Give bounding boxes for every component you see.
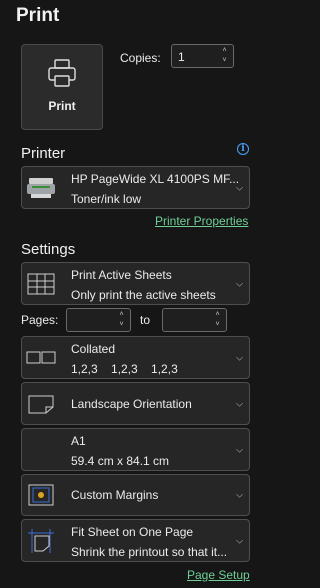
print-button[interactable]: Print [21, 44, 103, 130]
collation-subtitle: 1,2,3 1,2,3 1,2,3 [71, 362, 178, 376]
pages-to-label: to [140, 313, 151, 327]
down-arrow-icon[interactable]: ˅ [222, 56, 226, 66]
chevron-down-icon: ⌵ [236, 444, 243, 454]
printer-icon [48, 59, 76, 87]
chevron-down-icon: ⌵ [236, 398, 243, 408]
print-what-dropdown[interactable]: Print Active Sheets Only print the activ… [21, 262, 250, 305]
paper-size-subtitle: 59.4 cm x 84.1 cm [71, 454, 170, 468]
down-arrow-icon[interactable]: ˅ [215, 320, 219, 330]
copies-value: 1 [178, 50, 185, 64]
page-setup-link[interactable]: Page Setup [187, 568, 250, 582]
paper-size-title: A1 [71, 434, 86, 448]
landscape-page-icon [25, 388, 57, 420]
copies-label: Copies: [120, 51, 161, 65]
chevron-down-icon: ⌵ [236, 278, 243, 288]
print-what-subtitle: Only print the active sheets [71, 288, 216, 302]
printer-section-title: Printer [21, 145, 66, 162]
pages-from-input[interactable]: ˄ ˅ [66, 308, 131, 332]
pages-to-input[interactable]: ˄ ˅ [162, 308, 227, 332]
orientation-title: Landscape Orientation [71, 397, 192, 411]
collation-title: Collated [71, 342, 116, 356]
collation-dropdown[interactable]: Collated 1,2,3 1,2,3 1,2,3 ⌵ [21, 336, 250, 379]
chevron-down-icon: ⌵ [236, 535, 243, 545]
margins-dropdown[interactable]: Custom Margins ⌵ [21, 474, 250, 516]
up-arrow-icon[interactable]: ˄ [215, 310, 219, 320]
printer-dropdown[interactable]: HP PageWide XL 4100PS MF... Toner/ink lo… [21, 166, 250, 209]
scaling-dropdown[interactable]: Fit Sheet on One Page Shrink the printou… [21, 519, 250, 562]
chevron-down-icon: ⌵ [236, 489, 243, 500]
custom-margins-icon [25, 479, 57, 511]
margins-title: Custom Margins [71, 488, 159, 502]
fit-sheet-icon [25, 525, 57, 557]
paper-size-dropdown[interactable]: A1 59.4 cm x 84.1 cm ⌵ [21, 428, 250, 471]
info-icon[interactable]: i [237, 143, 249, 155]
chevron-down-icon: ⌵ [236, 352, 243, 362]
page-title: Print [16, 5, 60, 26]
printer-device-icon [25, 172, 57, 204]
up-arrow-icon[interactable]: ˄ [119, 310, 123, 320]
scaling-subtitle: Shrink the printout so that it... [71, 545, 228, 559]
printer-status: Toner/ink low [71, 192, 142, 206]
printer-name: HP PageWide XL 4100PS MF... [71, 172, 240, 186]
copies-stepper[interactable]: 1 ˄ ˅ [171, 44, 234, 68]
settings-section-title: Settings [21, 241, 76, 258]
print-what-title: Print Active Sheets [71, 268, 172, 282]
print-button-label: Print [48, 99, 76, 113]
orientation-dropdown[interactable]: Landscape Orientation ⌵ [21, 382, 250, 425]
collated-icon [25, 342, 57, 374]
sheets-grid-icon [25, 268, 57, 300]
down-arrow-icon[interactable]: ˅ [119, 320, 123, 330]
printer-properties-link[interactable]: Printer Properties [155, 214, 248, 228]
pages-label: Pages: [21, 313, 59, 327]
scaling-title: Fit Sheet on One Page [71, 525, 194, 539]
up-arrow-icon[interactable]: ˄ [222, 46, 226, 56]
chevron-down-icon: ⌵ [236, 182, 243, 192]
